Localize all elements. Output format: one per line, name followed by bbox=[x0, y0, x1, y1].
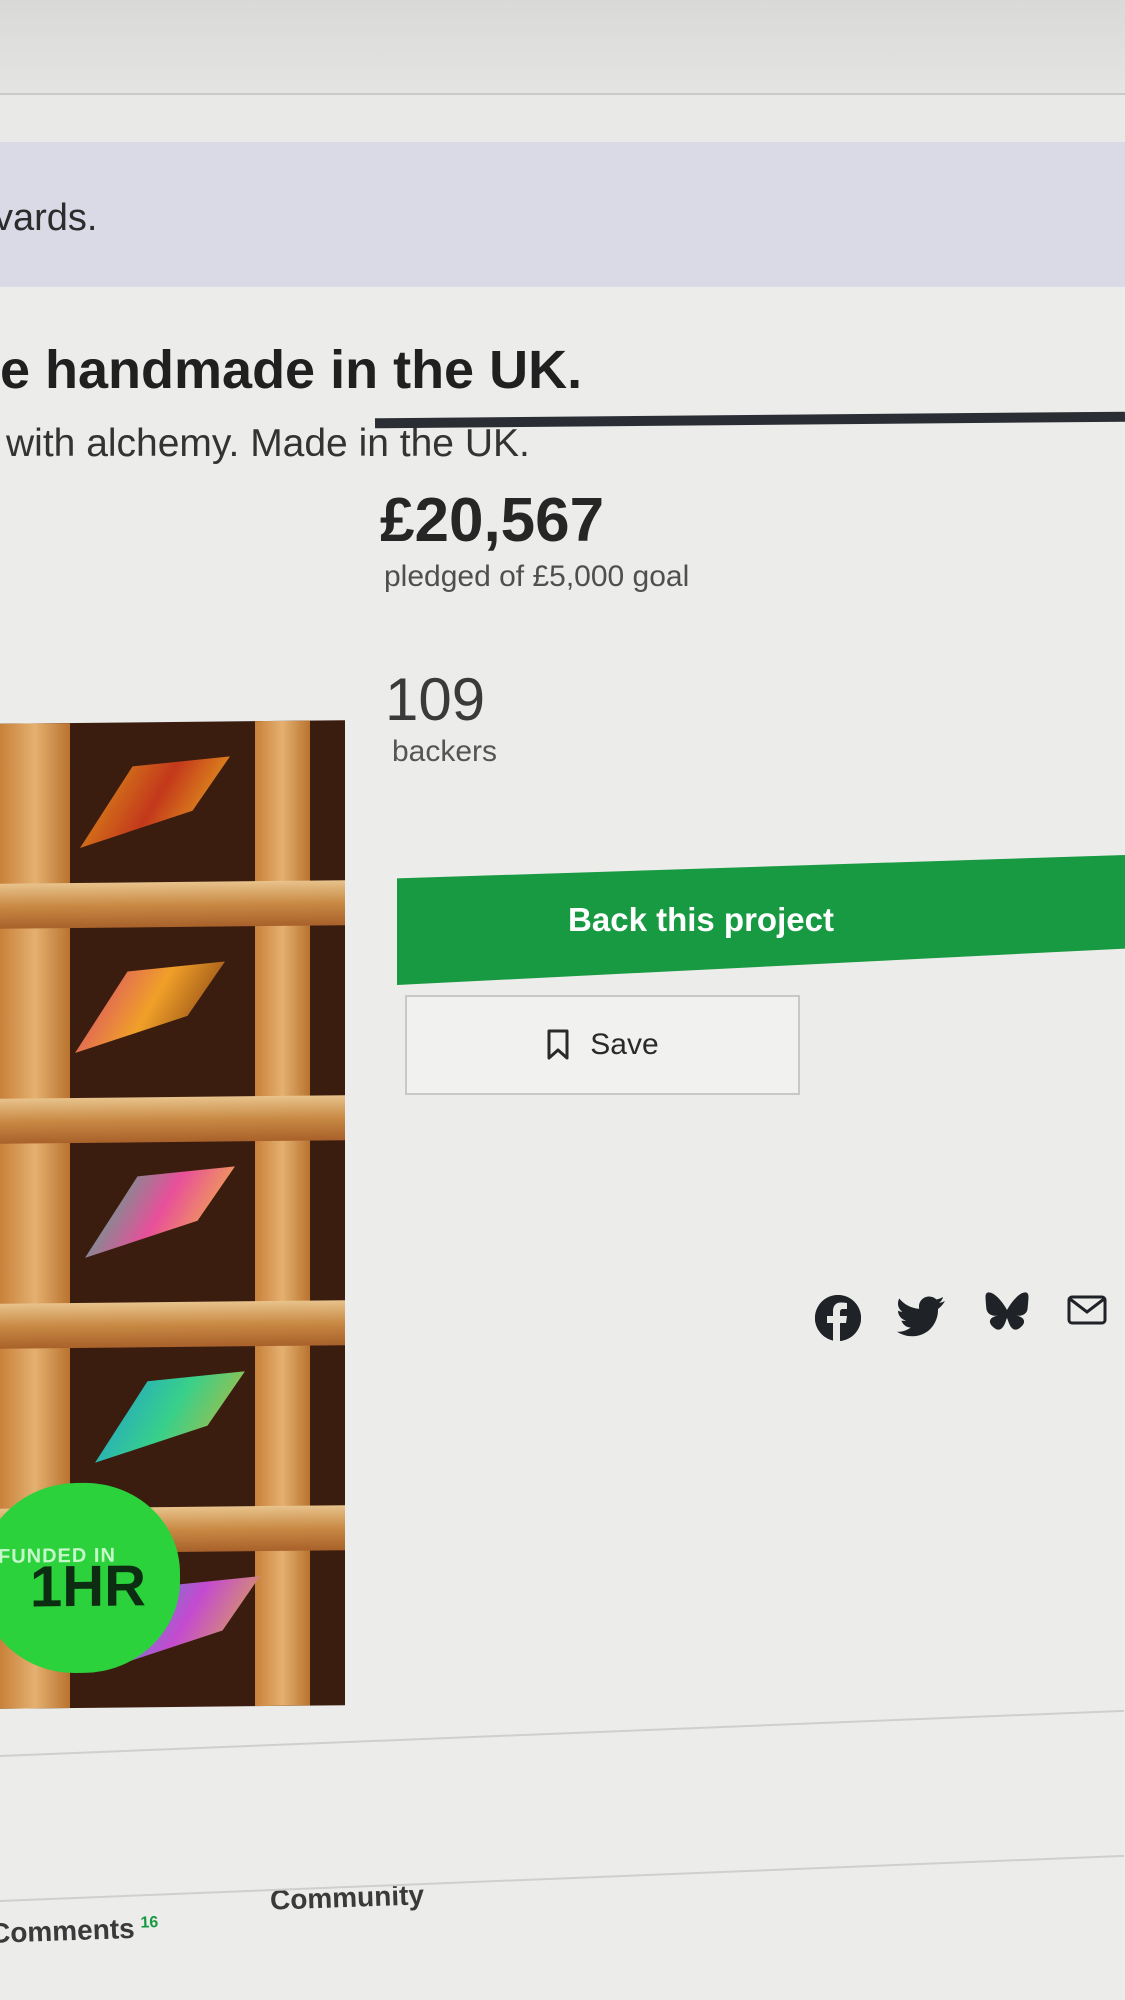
shelf-post bbox=[255, 720, 310, 1707]
save-label: Save bbox=[590, 1028, 659, 1061]
backers-count: 109 bbox=[385, 666, 486, 733]
dice-gem bbox=[95, 1371, 245, 1463]
tab-comments[interactable]: Comments 16 bbox=[0, 1912, 159, 1950]
bluesky-icon[interactable] bbox=[980, 1285, 1034, 1339]
pledged-goal-label: pledged of £5,000 goal bbox=[384, 560, 690, 593]
dice-gem bbox=[75, 961, 225, 1053]
comments-count: 16 bbox=[140, 1913, 159, 1932]
badge-big-text: 1HR bbox=[30, 1553, 147, 1620]
pledged-amount: £20,567 bbox=[380, 486, 605, 555]
info-banner: vards. bbox=[0, 142, 1125, 287]
twitter-icon[interactable] bbox=[895, 1290, 949, 1344]
project-image[interactable]: FUNDED IN 1HR bbox=[0, 720, 345, 1709]
shelf-board bbox=[0, 1300, 345, 1349]
dice-gem bbox=[85, 1166, 235, 1258]
top-bar bbox=[0, 0, 1125, 95]
shelf-board bbox=[0, 880, 345, 929]
shelf-board bbox=[0, 1095, 345, 1144]
email-icon[interactable] bbox=[1060, 1283, 1114, 1337]
save-button[interactable]: Save bbox=[405, 995, 800, 1095]
project-subtitle: with alchemy. Made in the UK. bbox=[6, 422, 530, 465]
tab-comments-label: Comments bbox=[0, 1912, 136, 1949]
backers-label: backers bbox=[392, 735, 498, 768]
bookmark-icon bbox=[547, 1029, 569, 1060]
dice-gem bbox=[80, 756, 230, 848]
banner-text: vards. bbox=[0, 197, 98, 239]
facebook-icon[interactable] bbox=[815, 1295, 861, 1341]
project-title: e handmade in the UK. bbox=[0, 340, 583, 400]
